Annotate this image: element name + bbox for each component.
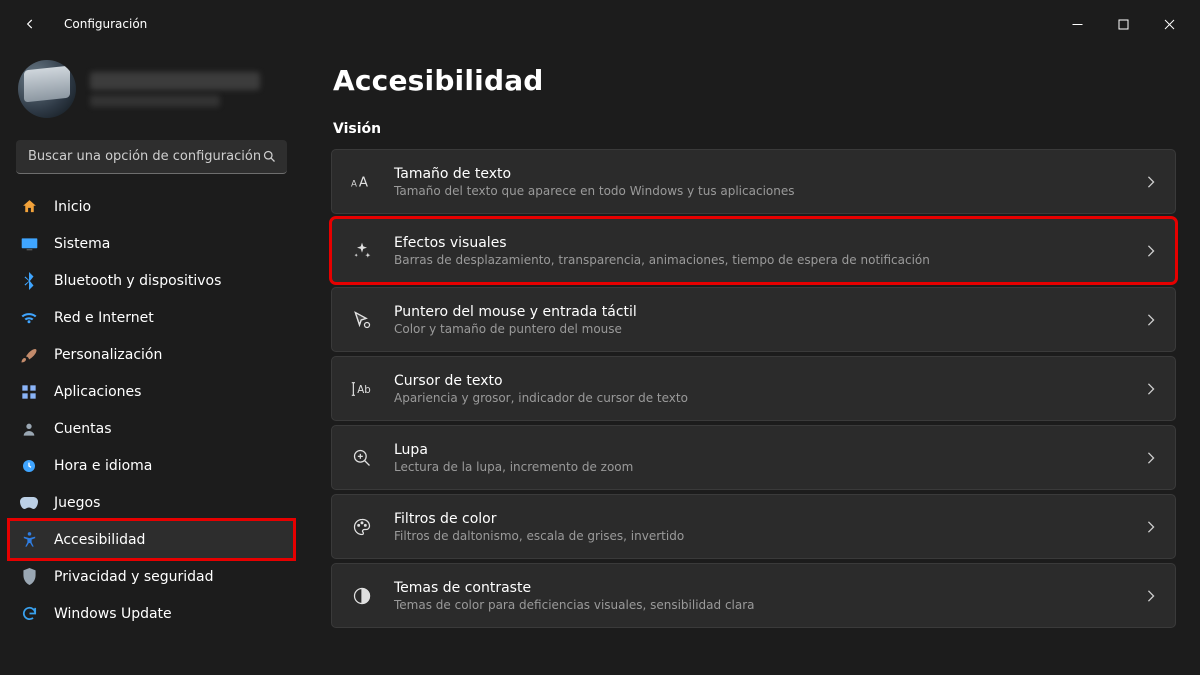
person-icon [20, 420, 38, 438]
sidebar-item-juegos[interactable]: Juegos [10, 484, 293, 521]
brush-icon [20, 346, 38, 364]
card-subtitle: Temas de color para deficiencias visuale… [394, 598, 1147, 612]
card-subtitle: Tamaño del texto que aparece en todo Win… [394, 184, 1147, 198]
card-title: Temas de contraste [394, 580, 1147, 596]
sidebar-item-label: Cuentas [54, 421, 112, 437]
sidebar-item-hora[interactable]: Hora e idioma [10, 447, 293, 484]
close-button[interactable] [1146, 8, 1192, 40]
sidebar: Inicio Sistema Bluetooth y dispositivos … [0, 48, 305, 675]
window-controls [1054, 8, 1192, 40]
chevron-right-icon [1147, 176, 1155, 188]
card-lupa[interactable]: Lupa Lectura de la lupa, incremento de z… [331, 425, 1176, 490]
card-title: Efectos visuales [394, 235, 1147, 251]
card-puntero[interactable]: Puntero del mouse y entrada táctil Color… [331, 287, 1176, 352]
search-icon [262, 149, 277, 164]
wifi-icon [20, 309, 38, 327]
card-cursor-texto[interactable]: Ab Cursor de texto Apariencia y grosor, … [331, 356, 1176, 421]
page-title: Accesibilidad [333, 64, 1176, 97]
sidebar-item-label: Inicio [54, 199, 91, 215]
search-box[interactable] [16, 140, 287, 174]
sidebar-item-label: Aplicaciones [54, 384, 141, 400]
settings-cards: AA Tamaño de texto Tamaño del texto que … [331, 149, 1176, 628]
card-filtros-color[interactable]: Filtros de color Filtros de daltonismo, … [331, 494, 1176, 559]
card-subtitle: Apariencia y grosor, indicador de cursor… [394, 391, 1147, 405]
magnifier-icon [348, 448, 376, 468]
card-title: Lupa [394, 442, 1147, 458]
text-size-icon: AA [348, 173, 376, 191]
card-subtitle: Color y tamaño de puntero del mouse [394, 322, 1147, 336]
card-title: Cursor de texto [394, 373, 1147, 389]
sidebar-item-label: Bluetooth y dispositivos [54, 273, 221, 289]
window-title: Configuración [64, 17, 147, 31]
sidebar-item-aplicaciones[interactable]: Aplicaciones [10, 373, 293, 410]
profile-text [90, 72, 260, 107]
sidebar-item-label: Windows Update [54, 606, 172, 622]
sidebar-item-sistema[interactable]: Sistema [10, 225, 293, 262]
sidebar-item-label: Red e Internet [54, 310, 154, 326]
chevron-right-icon [1147, 314, 1155, 326]
titlebar: Configuración [0, 0, 1200, 48]
card-subtitle: Barras de desplazamiento, transparencia,… [394, 253, 1147, 267]
profile-name-redacted [90, 72, 260, 90]
section-label: Visión [333, 121, 1176, 137]
card-title: Tamaño de texto [394, 166, 1147, 182]
cursor-icon [348, 310, 376, 330]
sidebar-item-label: Juegos [54, 495, 100, 511]
sidebar-item-label: Privacidad y seguridad [54, 569, 214, 585]
chevron-right-icon [1147, 245, 1155, 257]
svg-text:A: A [359, 175, 369, 190]
bluetooth-icon [20, 272, 38, 290]
main-content: Accesibilidad Visión AA Tamaño de texto … [305, 48, 1200, 675]
system-icon [20, 235, 38, 253]
chevron-right-icon [1147, 452, 1155, 464]
shield-icon [20, 568, 38, 586]
minimize-button[interactable] [1054, 8, 1100, 40]
avatar [18, 60, 76, 118]
apps-icon [20, 383, 38, 401]
nav-list: Inicio Sistema Bluetooth y dispositivos … [10, 188, 293, 632]
card-title: Puntero del mouse y entrada táctil [394, 304, 1147, 320]
sidebar-item-accesibilidad[interactable]: Accesibilidad [10, 521, 293, 558]
card-efectos-visuales[interactable]: Efectos visuales Barras de desplazamient… [331, 218, 1176, 283]
search-input[interactable] [28, 149, 262, 164]
sidebar-item-cuentas[interactable]: Cuentas [10, 410, 293, 447]
sidebar-item-personalizacion[interactable]: Personalización [10, 336, 293, 373]
sidebar-item-red[interactable]: Red e Internet [10, 299, 293, 336]
card-subtitle: Filtros de daltonismo, escala de grises,… [394, 529, 1147, 543]
card-tamano-de-texto[interactable]: AA Tamaño de texto Tamaño del texto que … [331, 149, 1176, 214]
profile-email-redacted [90, 95, 220, 107]
profile-block[interactable] [10, 48, 293, 140]
text-cursor-icon: Ab [348, 380, 376, 398]
sidebar-item-inicio[interactable]: Inicio [10, 188, 293, 225]
clock-icon [20, 457, 38, 475]
chevron-right-icon [1147, 383, 1155, 395]
gamepad-icon [20, 494, 38, 512]
maximize-button[interactable] [1100, 8, 1146, 40]
sidebar-item-windows-update[interactable]: Windows Update [10, 595, 293, 632]
card-subtitle: Lectura de la lupa, incremento de zoom [394, 460, 1147, 474]
palette-icon [348, 517, 376, 537]
accessibility-icon [20, 531, 38, 549]
chevron-right-icon [1147, 590, 1155, 602]
sidebar-item-label: Hora e idioma [54, 458, 152, 474]
sparkle-icon [348, 241, 376, 261]
update-icon [20, 605, 38, 623]
card-temas-contraste[interactable]: Temas de contraste Temas de color para d… [331, 563, 1176, 628]
home-icon [20, 198, 38, 216]
chevron-right-icon [1147, 521, 1155, 533]
sidebar-item-privacidad[interactable]: Privacidad y seguridad [10, 558, 293, 595]
card-title: Filtros de color [394, 511, 1147, 527]
sidebar-item-label: Personalización [54, 347, 162, 363]
contrast-icon [348, 586, 376, 606]
svg-text:A: A [351, 179, 357, 189]
sidebar-item-label: Sistema [54, 236, 110, 252]
back-button[interactable] [18, 12, 42, 36]
sidebar-item-label: Accesibilidad [54, 532, 145, 548]
sidebar-item-bluetooth[interactable]: Bluetooth y dispositivos [10, 262, 293, 299]
svg-text:Ab: Ab [357, 384, 370, 395]
